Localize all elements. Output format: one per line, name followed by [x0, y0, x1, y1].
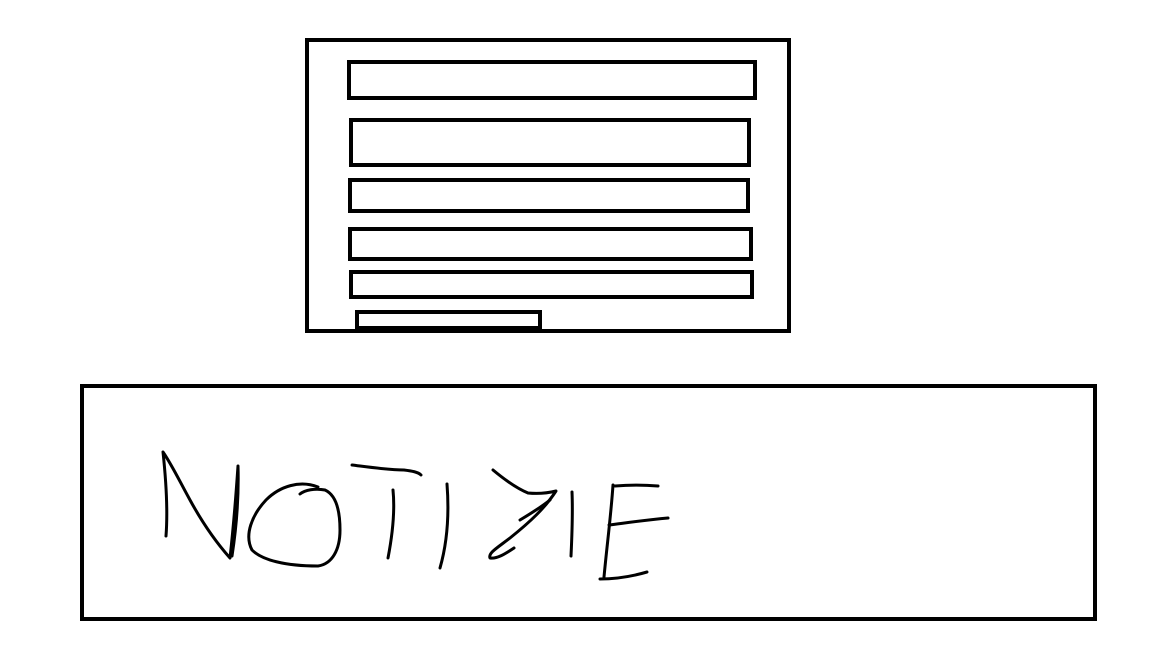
form-field-4[interactable] — [348, 227, 753, 261]
notes-box — [80, 384, 1097, 621]
form-panel — [305, 38, 791, 333]
form-field-1[interactable] — [347, 60, 757, 100]
form-field-3[interactable] — [348, 178, 750, 213]
form-field-2[interactable] — [349, 118, 751, 167]
form-field-5[interactable] — [349, 270, 754, 299]
submit-button[interactable] — [355, 310, 542, 330]
